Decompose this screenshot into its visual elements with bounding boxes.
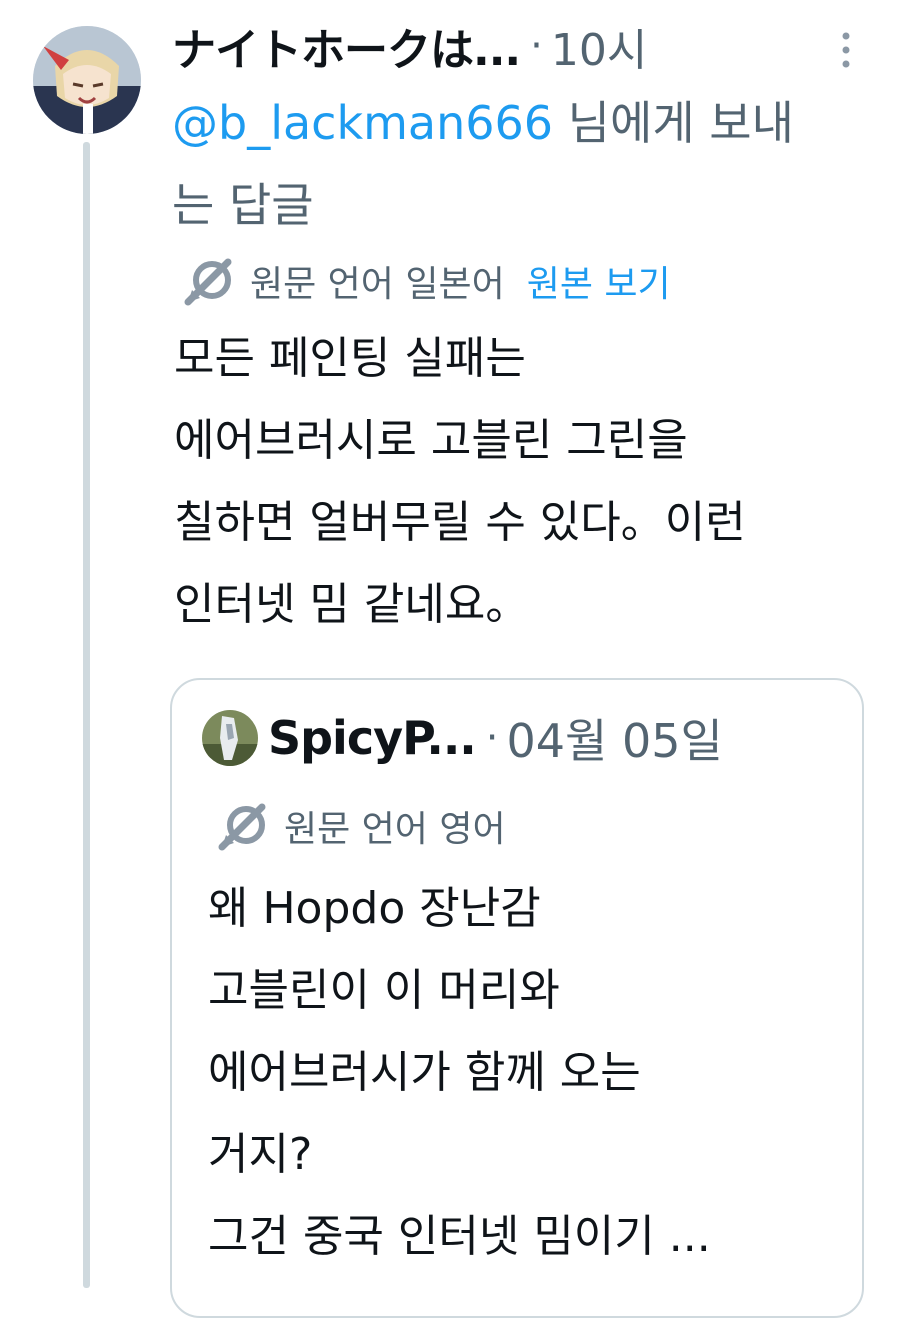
quoted-author-avatar[interactable] (202, 710, 258, 766)
quoted-tweet-header: SpicyP... · 04월 05일 (202, 706, 723, 770)
tweet-text-line: 모든 페인팅 실패는 (174, 333, 526, 384)
author-avatar[interactable] (33, 26, 141, 134)
tweet-timestamp[interactable]: 10시 (551, 14, 647, 78)
view-original-link[interactable]: 원본 보기 (527, 255, 671, 307)
quoted-text-line: 거지? (208, 1129, 313, 1180)
more-vertical-icon[interactable] (838, 30, 854, 70)
quoted-text-line: 고블린이 이 머리와 (208, 965, 560, 1016)
quoted-text-line: 왜 Hopdo 장난감 (208, 883, 541, 934)
tweet-text: 모든 페인팅 실패는 에어브러시로 고블린 그린을 칠하면 얼버무릴 수 있다。… (174, 318, 874, 646)
quoted-author-name[interactable]: SpicyP... (268, 711, 477, 765)
tweet-header: ナイトホークは... · 10시 (172, 14, 872, 78)
tweet-text-line: 에어브러시로 고블린 그린을 (174, 415, 688, 466)
translate-icon (184, 258, 232, 306)
separator-dot: · (530, 23, 543, 69)
quoted-translation-label: 원문 언어 영어 (284, 809, 506, 850)
quoted-tweet-timestamp[interactable]: 04월 05일 (507, 705, 723, 771)
translation-row: 원문 언어 일본어 원본 보기 (182, 252, 671, 310)
quoted-tweet-card[interactable]: SpicyP... · 04월 05일 원문 언어 영어 왜 Hopdo 장난감… (170, 678, 864, 1318)
tweet-text-line: 인터넷 밈 같네요。 (174, 579, 530, 630)
translation-label: 원문 언어 일본어 (250, 264, 505, 305)
separator-dot: · (485, 715, 499, 761)
quoted-translation-row: 원문 언어 영어 (216, 798, 506, 854)
reply-handle-link[interactable]: @b_lackman666 (172, 96, 553, 150)
quoted-text-line: 그건 중국 인터넷 밈이기 ... (208, 1211, 711, 1262)
quoted-tweet-text: 왜 Hopdo 장난감 고블린이 이 머리와 에어브러시가 함께 오는 거지? … (208, 868, 848, 1278)
thread-line (83, 142, 90, 1288)
author-name[interactable]: ナイトホークは... (172, 14, 521, 78)
reply-to-line: @b_lackman666 님에게 보내는 답글 (172, 82, 822, 246)
quoted-text-line: 에어브러시가 함께 오는 (208, 1047, 641, 1098)
tweet-text-line: 칠하면 얼버무릴 수 있다。이런 (174, 497, 746, 548)
translate-icon (218, 803, 266, 851)
